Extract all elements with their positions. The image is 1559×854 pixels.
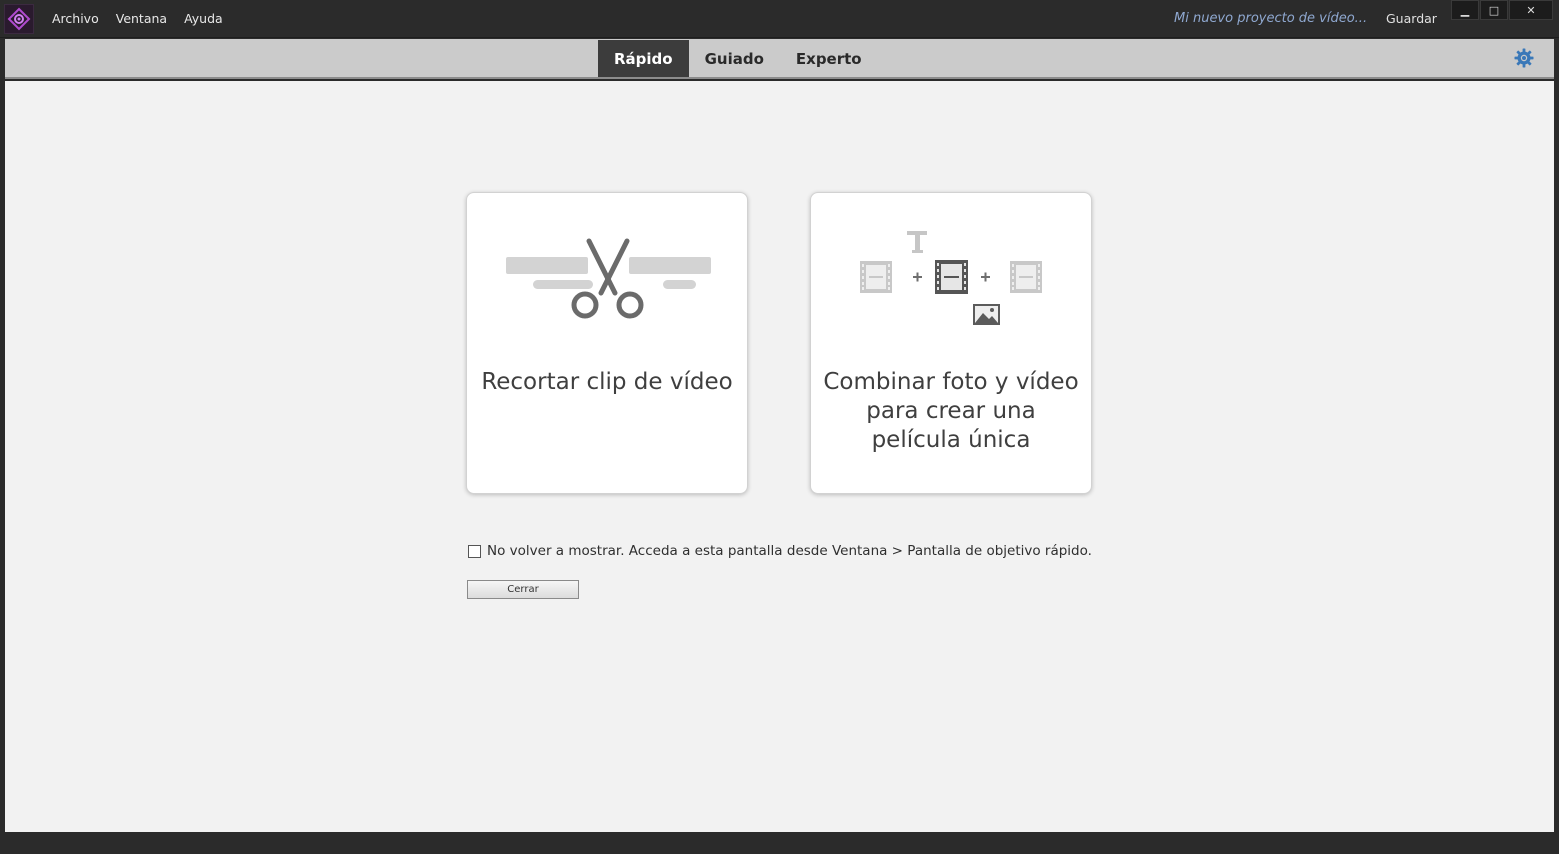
- dont-show-again-checkbox[interactable]: [468, 544, 481, 558]
- gear-icon[interactable]: [1514, 48, 1534, 68]
- combine-media-card[interactable]: Combinar foto y vídeo para crear una pel…: [810, 192, 1092, 494]
- combine-media-label: Combinar foto y vídeo para crear una pel…: [823, 369, 1079, 453]
- project-title[interactable]: Mi nuevo proyecto de vídeo...: [1174, 11, 1367, 26]
- menu-bar: Archivo Ventana Ayuda: [52, 11, 223, 26]
- window-controls: ▁ □ ✕: [1451, 0, 1553, 20]
- close-icon: ✕: [1526, 3, 1536, 17]
- tab-guiado[interactable]: Guiado: [689, 40, 780, 77]
- trim-video-card[interactable]: Recortar clip de vídeo: [466, 192, 748, 494]
- maximize-button[interactable]: □: [1480, 0, 1508, 20]
- trim-video-label: Recortar clip de vídeo: [481, 369, 733, 395]
- close-button[interactable]: Cerrar: [467, 580, 579, 599]
- dont-show-again-label: No volver a mostrar. Acceda a esta panta…: [487, 543, 1092, 559]
- menu-archivo[interactable]: Archivo: [52, 11, 99, 26]
- tab-rapido[interactable]: Rápido: [598, 40, 689, 77]
- bottom-strip: [0, 832, 1559, 854]
- combine-media-icon: [860, 231, 1042, 325]
- dont-show-again-option[interactable]: No volver a mostrar. Acceda a esta panta…: [468, 543, 1092, 559]
- minimize-button[interactable]: ▁: [1451, 0, 1479, 20]
- mode-tabs: Rápido Guiado Experto: [598, 40, 878, 77]
- menu-ayuda[interactable]: Ayuda: [184, 11, 223, 26]
- save-button[interactable]: Guardar: [1386, 11, 1437, 26]
- close-window-button[interactable]: ✕: [1509, 0, 1553, 20]
- scissors-icon: [506, 238, 711, 319]
- title-bar: Archivo Ventana Ayuda Mi nuevo proyecto …: [0, 0, 1559, 38]
- maximize-icon: □: [1488, 3, 1500, 17]
- mode-bar: Rápido Guiado Experto: [5, 39, 1554, 79]
- menu-ventana[interactable]: Ventana: [116, 11, 167, 26]
- app-window: Archivo Ventana Ayuda Mi nuevo proyecto …: [0, 0, 1559, 854]
- app-logo-icon[interactable]: [4, 4, 34, 34]
- quick-goal-screen: Recortar clip de vídeo Combinar foto y v…: [5, 81, 1554, 832]
- minimize-icon: ▁: [1460, 3, 1470, 17]
- tab-experto[interactable]: Experto: [780, 40, 878, 77]
